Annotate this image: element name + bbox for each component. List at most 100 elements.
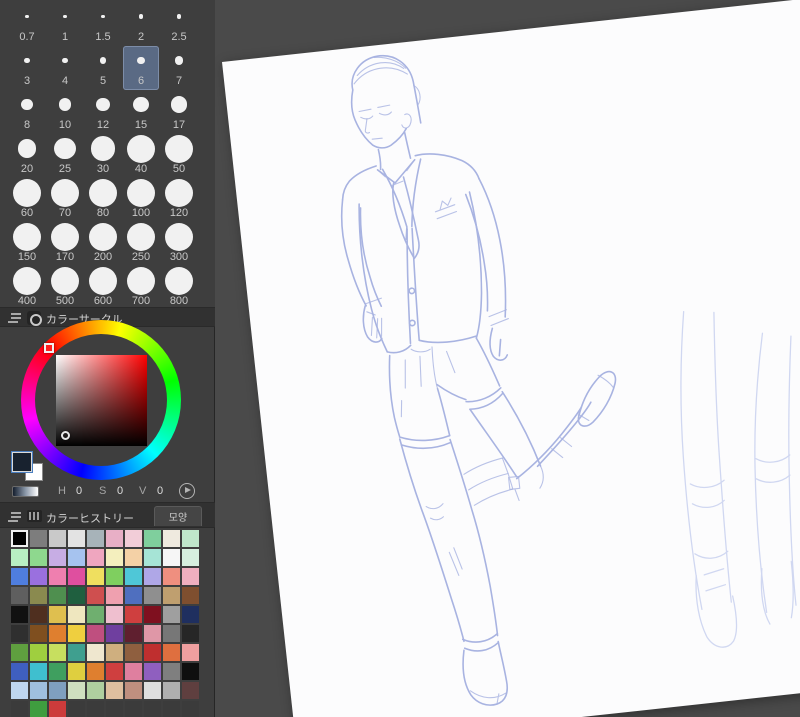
history-swatch[interactable] xyxy=(106,682,123,699)
play-mode-button[interactable] xyxy=(179,483,195,499)
history-swatch[interactable] xyxy=(30,530,47,547)
brush-size-option[interactable]: 15 xyxy=(123,90,159,134)
brush-size-option[interactable]: 25 xyxy=(47,134,83,178)
history-swatch[interactable] xyxy=(11,549,28,566)
brush-size-option[interactable]: 100 xyxy=(123,178,159,222)
history-swatch[interactable] xyxy=(30,587,47,604)
brush-size-option[interactable]: 400 xyxy=(9,266,45,310)
history-swatch[interactable] xyxy=(49,663,66,680)
history-swatch[interactable] xyxy=(68,530,85,547)
history-swatch[interactable] xyxy=(30,701,47,717)
brush-size-option[interactable]: 1.5 xyxy=(85,2,121,46)
brush-size-option[interactable]: 250 xyxy=(123,222,159,266)
history-swatch[interactable] xyxy=(125,587,142,604)
history-swatch[interactable] xyxy=(68,663,85,680)
history-swatch[interactable] xyxy=(49,549,66,566)
history-swatch[interactable] xyxy=(106,625,123,642)
brush-size-option[interactable]: 50 xyxy=(161,134,197,178)
history-swatch[interactable] xyxy=(11,682,28,699)
history-swatch[interactable] xyxy=(144,701,161,717)
history-swatch[interactable] xyxy=(49,606,66,623)
history-swatch[interactable] xyxy=(49,568,66,585)
brush-size-option[interactable]: 3 xyxy=(9,46,45,90)
history-swatch[interactable] xyxy=(106,606,123,623)
history-swatch[interactable] xyxy=(163,606,180,623)
history-swatch[interactable] xyxy=(144,682,161,699)
history-swatch[interactable] xyxy=(11,663,28,680)
history-swatch[interactable] xyxy=(163,682,180,699)
brush-size-option[interactable]: 0.7 xyxy=(9,2,45,46)
sv-marker[interactable] xyxy=(61,431,70,440)
history-swatch[interactable] xyxy=(163,663,180,680)
history-swatch[interactable] xyxy=(11,587,28,604)
history-swatch[interactable] xyxy=(49,644,66,661)
hue-value[interactable]: 0 xyxy=(76,485,82,497)
brush-size-option[interactable]: 2 xyxy=(123,2,159,46)
brush-size-option[interactable]: 4 xyxy=(47,46,83,90)
history-swatch[interactable] xyxy=(87,625,104,642)
history-swatch[interactable] xyxy=(144,625,161,642)
history-swatch[interactable] xyxy=(11,644,28,661)
panel-menu-icon[interactable] xyxy=(11,313,21,315)
history-swatch[interactable] xyxy=(106,568,123,585)
history-swatch[interactable] xyxy=(182,587,199,604)
history-swatch[interactable] xyxy=(125,530,142,547)
history-swatch[interactable] xyxy=(106,549,123,566)
history-swatch[interactable] xyxy=(68,549,85,566)
history-swatch[interactable] xyxy=(30,663,47,680)
brush-size-option[interactable]: 120 xyxy=(161,178,197,222)
history-swatch[interactable] xyxy=(182,606,199,623)
history-swatch[interactable] xyxy=(11,530,28,547)
history-swatch[interactable] xyxy=(49,530,66,547)
history-swatch[interactable] xyxy=(68,587,85,604)
history-swatch[interactable] xyxy=(144,587,161,604)
history-swatch[interactable] xyxy=(125,568,142,585)
history-swatch[interactable] xyxy=(144,530,161,547)
history-swatch[interactable] xyxy=(125,701,142,717)
brush-size-option[interactable]: 40 xyxy=(123,134,159,178)
history-swatch[interactable] xyxy=(11,568,28,585)
history-swatch[interactable] xyxy=(144,549,161,566)
history-swatch[interactable] xyxy=(106,587,123,604)
history-swatch[interactable] xyxy=(87,530,104,547)
brush-size-option[interactable]: 10 xyxy=(47,90,83,134)
saturation-value-square[interactable] xyxy=(56,355,147,446)
history-swatch[interactable] xyxy=(144,663,161,680)
brush-size-option[interactable]: 600 xyxy=(85,266,121,310)
brush-size-option[interactable]: 2.5 xyxy=(161,2,197,46)
brush-size-option[interactable]: 6 xyxy=(123,46,159,90)
brush-size-option[interactable]: 5 xyxy=(85,46,121,90)
history-swatch[interactable] xyxy=(182,644,199,661)
brush-size-option[interactable]: 7 xyxy=(161,46,197,90)
drawing-canvas[interactable] xyxy=(222,0,800,717)
history-swatch[interactable] xyxy=(163,644,180,661)
history-swatch[interactable] xyxy=(163,701,180,717)
history-swatch[interactable] xyxy=(87,682,104,699)
brush-size-option[interactable]: 80 xyxy=(85,178,121,222)
history-swatch[interactable] xyxy=(182,549,199,566)
history-swatch[interactable] xyxy=(11,625,28,642)
history-swatch[interactable] xyxy=(30,625,47,642)
brush-size-option[interactable]: 17 xyxy=(161,90,197,134)
brush-size-option[interactable]: 20 xyxy=(9,134,45,178)
history-swatch[interactable] xyxy=(163,568,180,585)
history-swatch[interactable] xyxy=(30,606,47,623)
history-swatch[interactable] xyxy=(182,568,199,585)
brush-size-option[interactable]: 800 xyxy=(161,266,197,310)
brush-size-option[interactable]: 12 xyxy=(85,90,121,134)
history-swatch[interactable] xyxy=(125,682,142,699)
history-swatch[interactable] xyxy=(125,549,142,566)
value-value[interactable]: 0 xyxy=(157,485,163,497)
color-bar-icon[interactable] xyxy=(12,486,39,497)
history-swatch[interactable] xyxy=(49,701,66,717)
history-swatch[interactable] xyxy=(182,682,199,699)
brush-size-option[interactable]: 60 xyxy=(9,178,45,222)
foreground-color-swatch[interactable] xyxy=(12,452,32,472)
brush-size-option[interactable]: 70 xyxy=(47,178,83,222)
history-swatch[interactable] xyxy=(144,568,161,585)
history-swatch[interactable] xyxy=(106,663,123,680)
history-swatch[interactable] xyxy=(11,606,28,623)
hue-marker[interactable] xyxy=(44,343,54,353)
history-swatch[interactable] xyxy=(11,701,28,717)
history-swatch[interactable] xyxy=(49,625,66,642)
